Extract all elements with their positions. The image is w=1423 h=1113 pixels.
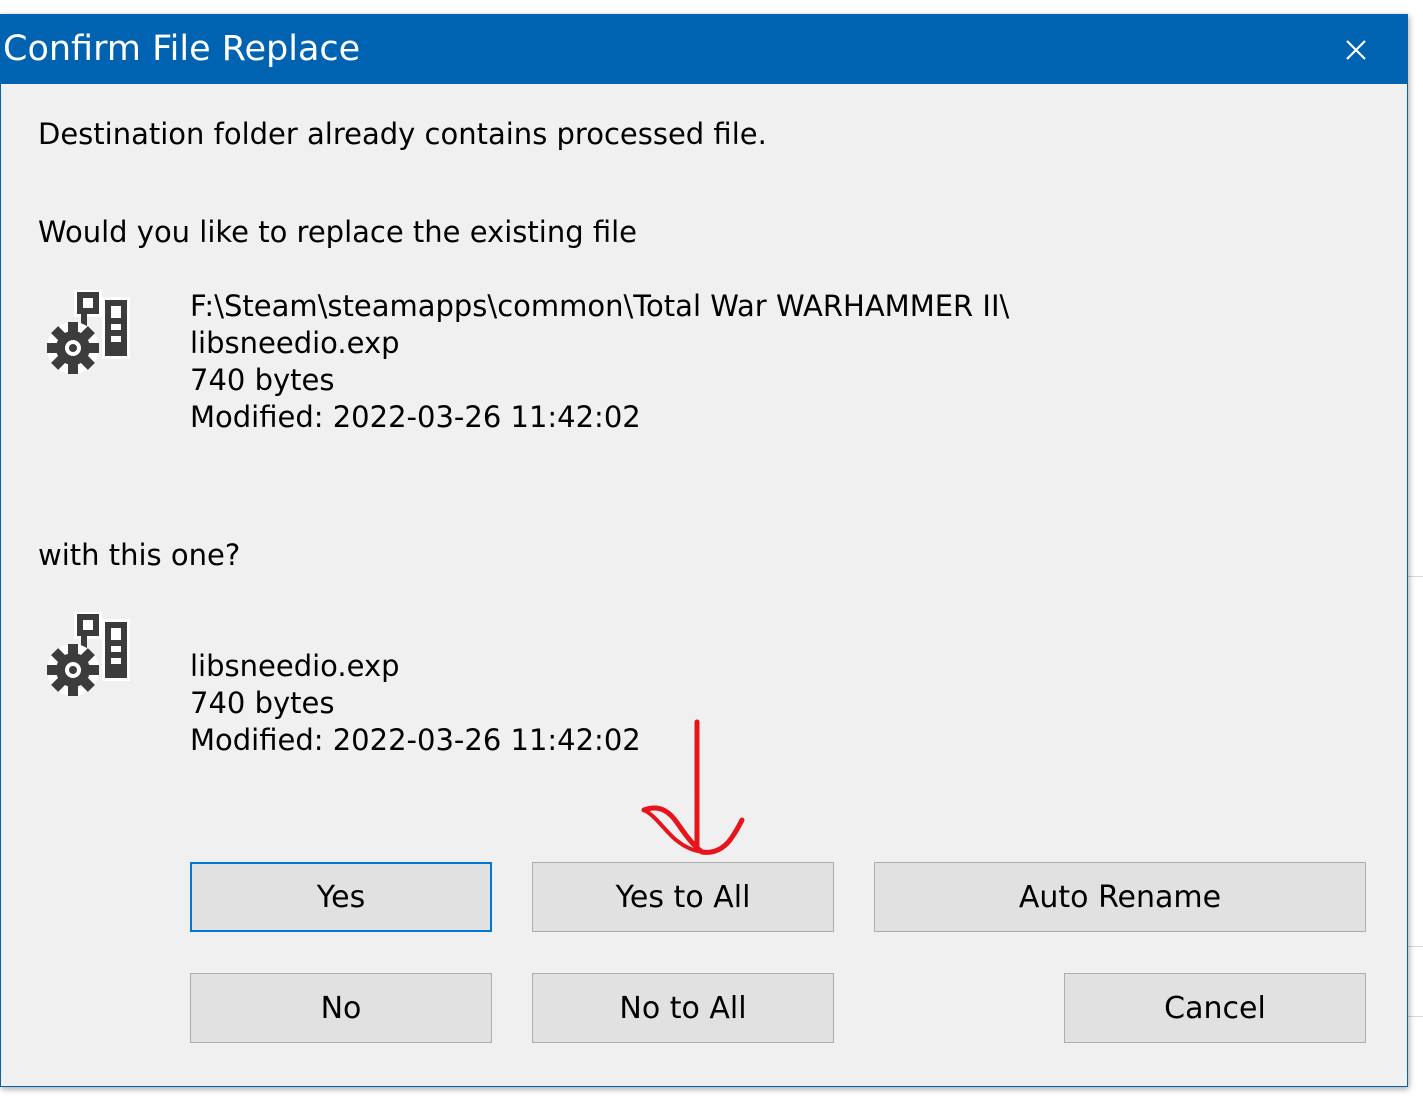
existing-file-size: 740 bytes: [190, 363, 335, 397]
dialog-title: Confirm File Replace: [3, 29, 361, 69]
existing-file-info: F:\Steam\steamapps\common\Total War WARH…: [190, 288, 1009, 436]
message-text: Destination folder already contains proc…: [38, 117, 767, 151]
new-file-info: libsneedio.exp 740 bytes Modified: 2022-…: [190, 648, 641, 759]
new-file-modified: Modified: 2022-03-26 11:42:02: [190, 723, 641, 757]
yes-button[interactable]: Yes: [190, 862, 492, 932]
settings-file-icon: [47, 290, 130, 374]
background-window-right: [1408, 16, 1423, 1113]
settings-file-icon: [47, 612, 130, 696]
existing-file-modified: Modified: 2022-03-26 11:42:02: [190, 400, 641, 434]
close-button[interactable]: [1319, 21, 1393, 79]
no-button[interactable]: No: [190, 973, 492, 1043]
background-window-bottom: [0, 1086, 1423, 1113]
new-file-name: libsneedio.exp: [190, 649, 400, 683]
no-to-all-button[interactable]: No to All: [532, 973, 834, 1043]
yes-to-all-button[interactable]: Yes to All: [532, 862, 834, 932]
new-file-size: 740 bytes: [190, 686, 335, 720]
cancel-button[interactable]: Cancel: [1064, 973, 1366, 1043]
existing-file-name: libsneedio.exp: [190, 326, 400, 360]
existing-file-path: F:\Steam\steamapps\common\Total War WARH…: [190, 289, 1010, 323]
with-text: with this one?: [38, 538, 241, 572]
confirm-file-replace-dialog: Confirm File Replace Destination folder …: [0, 14, 1408, 1087]
red-arrow-annotation: [641, 719, 745, 855]
title-bar: Confirm File Replace: [1, 15, 1407, 84]
close-icon: [1346, 40, 1366, 60]
question-text: Would you like to replace the existing f…: [38, 215, 637, 249]
auto-rename-button[interactable]: Auto Rename: [874, 862, 1366, 932]
